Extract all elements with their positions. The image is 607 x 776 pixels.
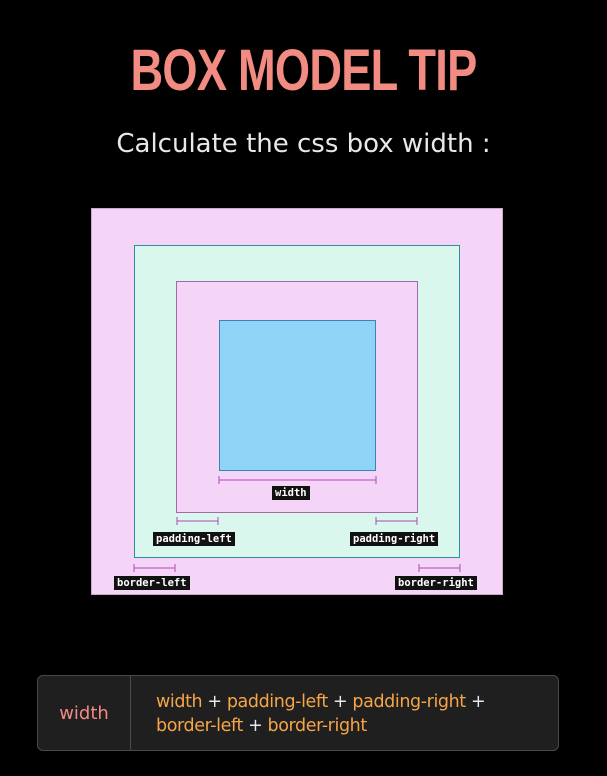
formula-label: width <box>59 702 109 724</box>
page-subtitle: Calculate the css box width : <box>116 129 491 159</box>
formula-term: width <box>156 692 203 712</box>
formula-panel: width width + padding-left + padding-rig… <box>37 675 559 751</box>
border-left-label: border-left <box>114 576 190 590</box>
formula-operator: + <box>327 692 353 712</box>
border-right-label: border-right <box>395 576 477 590</box>
formula-term: padding-right <box>352 692 466 712</box>
formula-term: padding-left <box>226 692 328 712</box>
width-label: width <box>272 486 310 500</box>
padding-right-label: padding-right <box>350 532 439 546</box>
formula-operator: + <box>202 692 227 712</box>
formula-term: border-left <box>156 716 243 736</box>
formula-term: border-right <box>267 716 368 736</box>
page-title: BOX MODEL TIP <box>130 38 478 103</box>
formula-line-1: width + padding-left + padding-right + <box>156 690 546 714</box>
formula-operator: + <box>242 716 268 736</box>
padding-left-label: padding-left <box>153 532 235 546</box>
formula-line-2: border-left + border-right <box>156 714 546 738</box>
formula-divider <box>130 676 131 750</box>
content-area <box>219 320 376 471</box>
formula-expression: width + padding-left + padding-right + b… <box>156 690 546 738</box>
formula-operator: + <box>465 692 486 712</box>
